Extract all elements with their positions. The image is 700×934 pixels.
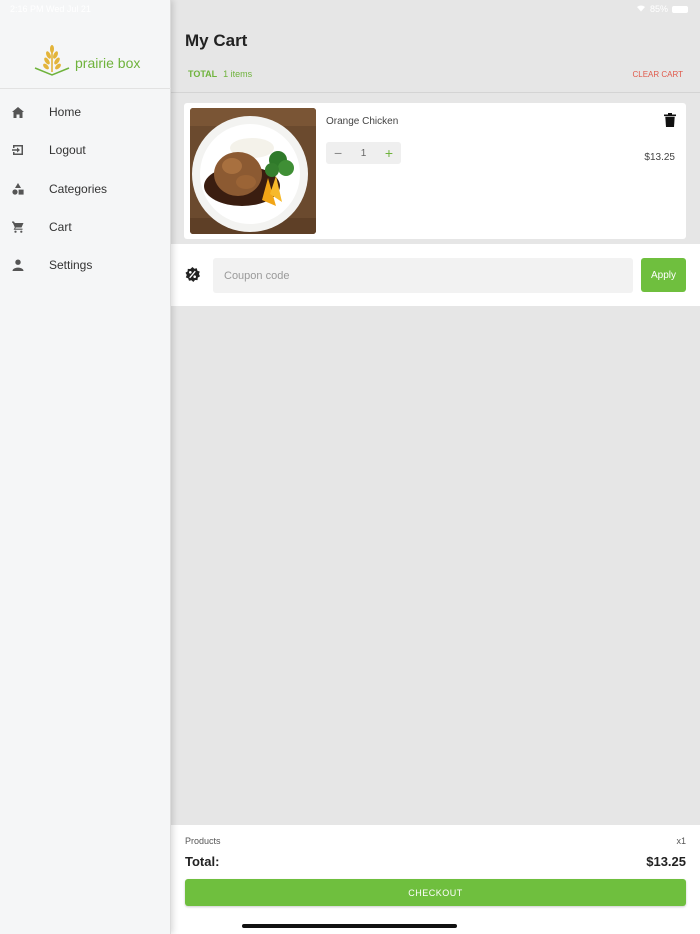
page-title: My Cart xyxy=(185,31,248,50)
products-count: x1 xyxy=(676,836,686,846)
total-title: Total: xyxy=(185,854,220,869)
categories-icon xyxy=(12,183,24,195)
logo-text: prairie box xyxy=(75,54,141,71)
logout-icon xyxy=(12,144,24,156)
sidebar: prairie box Home Logout Categories Cart … xyxy=(0,0,171,934)
wheat-logo-icon xyxy=(33,44,71,81)
product-image[interactable] xyxy=(190,108,316,234)
status-time: 2:16 PM Wed Jul 21 xyxy=(10,4,91,14)
sidebar-divider xyxy=(0,88,171,89)
decrease-quantity-button[interactable]: − xyxy=(334,146,342,160)
cart-icon xyxy=(12,221,24,233)
status-indicators: 85% xyxy=(636,4,688,14)
sidebar-item-label: Home xyxy=(49,105,82,119)
battery-icon xyxy=(672,5,688,13)
sidebar-item-home[interactable]: Home xyxy=(0,93,171,131)
discount-badge-icon xyxy=(185,267,200,282)
total-label: TOTAL xyxy=(188,69,218,79)
apply-coupon-button[interactable]: Apply xyxy=(641,258,686,292)
status-time-text: 2:16 PM xyxy=(10,4,44,14)
total-amount: $13.25 xyxy=(646,854,686,869)
person-icon xyxy=(12,259,24,271)
increase-quantity-button[interactable]: + xyxy=(385,146,393,160)
sidebar-item-label: Settings xyxy=(49,258,93,272)
sidebar-item-logout[interactable]: Logout xyxy=(0,131,171,169)
header-divider xyxy=(171,92,700,93)
home-indicator[interactable] xyxy=(242,924,457,928)
sidebar-item-label: Categories xyxy=(49,182,108,196)
cart-total-summary: TOTAL 1 items xyxy=(188,69,252,79)
checkout-button[interactable]: CHECKOUT xyxy=(185,879,686,906)
quantity-stepper: − 1 + xyxy=(326,142,401,164)
status-bar: 2:16 PM Wed Jul 21 85% xyxy=(0,0,700,18)
status-date-text: Wed Jul 21 xyxy=(46,4,91,14)
logo: prairie box xyxy=(33,44,140,81)
order-summary: Products x1 Total: $13.25 CHECKOUT xyxy=(171,825,700,934)
products-label: Products xyxy=(185,836,221,846)
quantity-value: 1 xyxy=(360,147,367,159)
sidebar-item-categories[interactable]: Categories xyxy=(0,170,171,208)
main-content: My Cart TOTAL 1 items CLEAR CART Orange … xyxy=(171,0,700,934)
coupon-section: Apply xyxy=(171,244,700,306)
wifi-icon xyxy=(636,4,646,14)
trash-icon[interactable] xyxy=(664,113,676,127)
sidebar-item-label: Logout xyxy=(49,143,86,157)
home-icon xyxy=(12,106,24,118)
coupon-code-input[interactable] xyxy=(213,258,633,293)
sidebar-item-settings[interactable]: Settings xyxy=(0,246,171,284)
total-count: 1 items xyxy=(223,69,253,79)
battery-percent: 85% xyxy=(649,4,668,14)
sidebar-item-label: Cart xyxy=(49,220,72,234)
clear-cart-button[interactable]: CLEAR CART xyxy=(632,70,683,79)
sidebar-item-cart[interactable]: Cart xyxy=(0,208,171,246)
cart-item-card: Orange Chicken − 1 + $13.25 xyxy=(184,103,686,239)
product-price: $13.25 xyxy=(644,152,675,163)
product-name: Orange Chicken xyxy=(326,116,399,127)
